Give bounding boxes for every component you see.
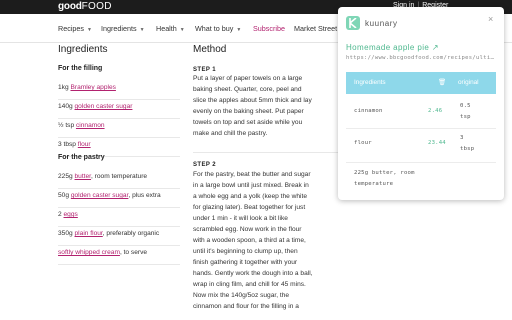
- step-1-line: slice the apples about 5mm thick and lay: [193, 97, 312, 104]
- ingredient-row: 1kg Bramley apples: [58, 80, 180, 100]
- ingredient-qty: 350g: [58, 230, 75, 237]
- ingredient-note: , to serve: [119, 249, 148, 256]
- original-amount: 0.5: [460, 103, 471, 109]
- ingredient-link[interactable]: plain flour: [75, 230, 103, 237]
- original-unit: tsp: [460, 114, 471, 120]
- step-2-line: scrambled egg. Now work in the flour: [193, 226, 302, 233]
- ingredient-link[interactable]: eggs: [64, 211, 78, 218]
- original-unit: tbsp: [460, 146, 475, 152]
- chevron-down-icon: ▼: [236, 27, 242, 33]
- chevron-down-icon: ▼: [86, 27, 92, 33]
- ingredient-row: ½ tsp cinnamon: [58, 118, 180, 138]
- site-logo[interactable]: goodFOOD: [58, 1, 112, 12]
- ingredient-link[interactable]: golden caster sugar: [75, 103, 133, 110]
- chevron-down-icon: ▼: [179, 27, 185, 33]
- step-2-line: finish gathering it together with your: [193, 259, 298, 266]
- close-icon[interactable]: ×: [488, 14, 493, 24]
- ingredient-link[interactable]: cinnamon: [76, 122, 105, 129]
- step-2-line: hands. Gently work the dough into a ball…: [193, 270, 313, 277]
- ingredient-link[interactable]: golden caster sugar: [71, 192, 129, 199]
- step-1-line: make and chill the pastry.: [193, 130, 268, 137]
- kuunary-logo-icon: [346, 16, 360, 30]
- popup-brand: kuunary: [365, 19, 398, 28]
- popup-table-header: Ingredients 🗑 original: [346, 72, 496, 94]
- ingredient-row: 225g butter, room temperature: [58, 169, 180, 189]
- ingredient-note: , preferably organic: [102, 230, 160, 237]
- nav-health[interactable]: Health ▼: [156, 24, 185, 33]
- nav-recipes-label: Recipes: [58, 24, 84, 33]
- popup-row-value[interactable]: 2.46: [428, 108, 442, 114]
- popup-row-original: 3 tbsp: [460, 133, 474, 155]
- popup-recipe-title[interactable]: Homemade apple pie ↗: [346, 43, 439, 52]
- ingredient-link[interactable]: softly whipped cream: [58, 249, 120, 256]
- step-2-line: until it's beginning to clump up, then: [193, 248, 298, 255]
- ingredient-qty: 3 tbsp: [58, 141, 78, 148]
- nav-market-street[interactable]: Market Street: [294, 24, 337, 33]
- ingredient-row: 350g plain flour, preferably organic: [58, 226, 180, 246]
- ingredient-qty: 1kg: [58, 84, 71, 91]
- ingredient-qty: 225g: [58, 173, 75, 180]
- ingredient-qty: ½ tsp: [58, 122, 76, 129]
- step-1-line: baking sheet. Quarter, core, peel and: [193, 86, 302, 93]
- ingredient-row: softly whipped cream, to serve: [58, 245, 180, 265]
- pastry-heading: For the pastry: [58, 154, 105, 161]
- popup-row-name: 225g butter, room temperature: [354, 168, 415, 190]
- step-1-label: STEP 1: [193, 67, 216, 73]
- popup-row: 225g butter, room temperature: [346, 162, 496, 192]
- nav-ingredients-label: Ingredients: [101, 24, 137, 33]
- ingredient-link[interactable]: Bramley apples: [70, 84, 115, 91]
- trash-icon[interactable]: 🗑: [438, 78, 446, 86]
- header-original: original: [458, 79, 479, 86]
- method-title: Method: [193, 44, 227, 55]
- step-divider: [193, 152, 341, 153]
- popup-row-name-line: temperature: [354, 181, 394, 187]
- logo-bold-text: good: [58, 1, 82, 12]
- popup-recipe-url: https://www.bbcgoodfood.com/recipes/ulti…: [346, 55, 495, 61]
- ingredient-qty: 140g: [58, 103, 75, 110]
- step-2-line: with a wooden spoon, a third at a time,: [193, 237, 306, 244]
- step-2-label: STEP 2: [193, 162, 216, 168]
- step-2-line: Now mix the 140g/5oz sugar, the: [193, 292, 290, 299]
- ingredient-row: 2 eggs: [58, 207, 180, 227]
- ingredient-link[interactable]: butter: [75, 173, 92, 180]
- nav-subscribe[interactable]: Subscribe: [253, 24, 285, 33]
- popup-row-original: 0.5 tsp: [460, 101, 471, 123]
- ingredients-title: Ingredients: [58, 44, 108, 55]
- step-2-line: under 1 min - it will look a bit like: [193, 215, 288, 222]
- step-1-line: towels on top and set aside while you: [193, 119, 303, 126]
- step-2-line: for glazing later). Beat together for ju…: [193, 204, 306, 211]
- filling-heading: For the filling: [58, 65, 103, 72]
- step-2-line: in a large bowl until just mixed. Break …: [193, 182, 309, 189]
- ingredient-link[interactable]: flour: [78, 141, 91, 148]
- ingredient-row: 50g golden caster sugar, plus extra: [58, 188, 180, 208]
- nav-what-to-buy-label: What to buy: [195, 24, 234, 33]
- header-ingredients: Ingredients: [354, 79, 386, 86]
- kuunary-popup: kuunary × Homemade apple pie ↗ https://w…: [338, 7, 504, 200]
- ingredient-note: , room temperature: [91, 173, 148, 180]
- ingredient-qty: 50g: [58, 192, 71, 199]
- step-1-line: Put a layer of paper towels on a large: [193, 75, 303, 82]
- chevron-down-icon: ▼: [139, 27, 145, 33]
- popup-row-name: cinnamon: [354, 108, 383, 114]
- ingredient-note: , plus extra: [128, 192, 161, 199]
- ingredient-row: 140g golden caster sugar: [58, 99, 180, 119]
- popup-row-name-line: 225g butter, room: [354, 170, 415, 176]
- nav-what-to-buy[interactable]: What to buy ▼: [195, 24, 241, 33]
- popup-row: cinnamon 2.46 0.5 tsp: [346, 94, 496, 129]
- original-amount: 3: [460, 135, 464, 141]
- step-1-line: evenly on the baking sheet. Put paper: [193, 108, 304, 115]
- step-2-line: a whole egg and a yolk (keep the white: [193, 193, 307, 200]
- popup-row-value[interactable]: 23.44: [428, 140, 446, 146]
- popup-row: flour 23.44 3 tbsp: [346, 128, 496, 163]
- step-2-line: For the pastry, beat the butter and suga…: [193, 171, 311, 178]
- nav-recipes[interactable]: Recipes ▼: [58, 24, 92, 33]
- logo-light-text: FOOD: [81, 1, 112, 12]
- popup-row-name: flour: [354, 140, 372, 146]
- step-2-line: wrap in cling film, and chill for 45 min…: [193, 281, 306, 288]
- step-2-line: cinnamon and flour for the filling in a: [193, 303, 299, 310]
- nav-health-label: Health: [156, 24, 177, 33]
- nav-ingredients[interactable]: Ingredients ▼: [101, 24, 145, 33]
